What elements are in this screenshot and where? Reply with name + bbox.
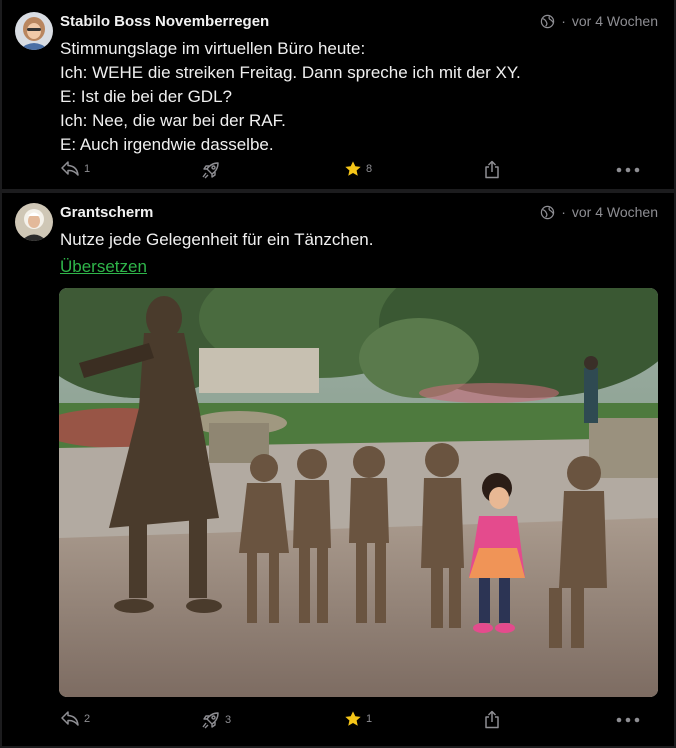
- attached-photo[interactable]: [59, 288, 658, 697]
- share-icon: [484, 710, 500, 729]
- star-icon: [344, 160, 362, 178]
- post-card: Grantscherm · vor 4 Wochen Nutze jede Ge…: [2, 193, 674, 746]
- star-icon: [344, 710, 362, 728]
- reply-icon: [60, 160, 80, 178]
- boost-button[interactable]: [201, 160, 225, 180]
- more-button[interactable]: [616, 717, 640, 723]
- share-button[interactable]: [484, 160, 500, 179]
- boost-count: 3: [225, 714, 232, 726]
- dot-separator: ·: [561, 204, 566, 220]
- post-content: Nutze jede Gelegenheit für ein Tänzchen.: [60, 228, 373, 252]
- post-time[interactable]: vor 4 Wochen: [572, 204, 658, 220]
- favourite-count: 1: [366, 713, 373, 725]
- post-line: E: Auch irgendwie dasselbe.: [60, 135, 274, 154]
- more-icon: [616, 167, 640, 173]
- translate-link[interactable]: Übersetzen: [60, 257, 147, 277]
- boost-icon: [201, 710, 221, 730]
- author-name[interactable]: Grantscherm: [60, 204, 153, 221]
- post-time[interactable]: vor 4 Wochen: [572, 13, 658, 29]
- reply-count: 2: [84, 713, 91, 725]
- dot-separator: ·: [561, 13, 566, 29]
- post-line: E: Ist die bei der GDL?: [60, 87, 232, 106]
- reply-icon: [60, 710, 80, 728]
- statue-photo-image: [59, 288, 658, 697]
- post-content: Stimmungslage im virtuellen Büro heute: …: [60, 37, 521, 157]
- share-button[interactable]: [484, 710, 500, 729]
- favourite-button[interactable]: 8: [344, 160, 372, 178]
- more-icon: [616, 717, 640, 723]
- reply-button[interactable]: 1: [60, 160, 90, 178]
- post-meta: · vor 4 Wochen: [540, 204, 658, 220]
- post-card: Stabilo Boss Novemberregen · vor 4 Woche…: [2, 0, 674, 189]
- favourite-button[interactable]: 1: [344, 710, 372, 728]
- boost-icon: [201, 160, 221, 180]
- more-button[interactable]: [616, 167, 640, 173]
- action-bar: 1 8: [2, 160, 674, 184]
- avatar[interactable]: [15, 203, 53, 241]
- post-line: Stimmungslage im virtuellen Büro heute:: [60, 39, 366, 58]
- globe-icon: [540, 14, 555, 29]
- action-bar: 2 3 1: [2, 710, 674, 734]
- reply-count: 1: [84, 163, 91, 175]
- post-line: Ich: WEHE die streiken Freitag. Dann spr…: [60, 63, 521, 82]
- globe-icon: [540, 205, 555, 220]
- avatar[interactable]: [15, 12, 53, 50]
- post-meta: · vor 4 Wochen: [540, 13, 658, 29]
- boost-button[interactable]: 3: [201, 710, 231, 730]
- post-line: Ich: Nee, die war bei der RAF.: [60, 111, 286, 130]
- favourite-count: 8: [366, 163, 373, 175]
- share-icon: [484, 160, 500, 179]
- author-name[interactable]: Stabilo Boss Novemberregen: [60, 13, 269, 30]
- reply-button[interactable]: 2: [60, 710, 90, 728]
- post-line: Nutze jede Gelegenheit für ein Tänzchen.: [60, 230, 374, 249]
